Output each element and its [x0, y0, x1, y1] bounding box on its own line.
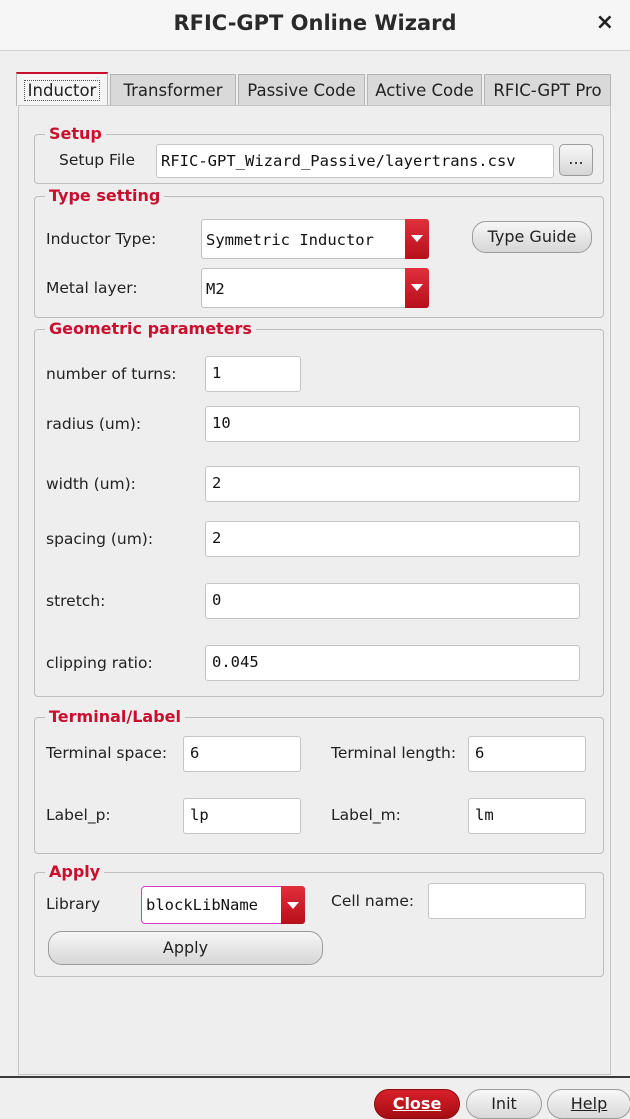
- library-select[interactable]: blockLibName: [141, 886, 305, 924]
- tab-label: Inductor: [23, 80, 101, 101]
- library-value: blockLibName: [146, 896, 258, 914]
- close-icon[interactable]: ×: [596, 10, 614, 35]
- terminal-length-input[interactable]: 6: [468, 736, 586, 772]
- terminal-space-input[interactable]: 6: [183, 736, 301, 772]
- clipping-input[interactable]: 0.045: [205, 645, 580, 681]
- terminal-group: Terminal/Label Terminal space: 6 Termina…: [34, 706, 604, 854]
- geometric-title: Geometric parameters: [45, 318, 256, 340]
- label-m-input[interactable]: lm: [468, 798, 586, 834]
- library-label: Library: [46, 895, 101, 913]
- window-title: RFIC-GPT Online Wizard: [173, 11, 457, 35]
- cell-name-label: Cell name:: [331, 892, 415, 910]
- apply-title: Apply: [45, 861, 105, 883]
- title-bar: RFIC-GPT Online Wizard ×: [0, 0, 630, 51]
- chevron-down-icon[interactable]: [281, 886, 305, 924]
- turns-input[interactable]: 1: [205, 356, 301, 392]
- stretch-input[interactable]: 0: [205, 583, 580, 619]
- terminal-space-label: Terminal space:: [46, 744, 168, 762]
- tab-transformer[interactable]: Transformer: [110, 74, 236, 105]
- metal-layer-label: Metal layer:: [46, 279, 138, 297]
- setup-file-label: Setup File: [59, 151, 135, 169]
- clipping-label: clipping ratio:: [46, 654, 153, 672]
- radius-input[interactable]: 10: [205, 406, 580, 442]
- turns-label: number of turns:: [46, 365, 177, 383]
- type-setting-title: Type setting: [45, 185, 165, 207]
- help-button[interactable]: Help: [547, 1089, 630, 1119]
- tab-rfic-gpt-pro[interactable]: RFIC-GPT Pro: [484, 74, 611, 105]
- setup-title: Setup: [45, 123, 106, 145]
- inductor-type-label: Inductor Type:: [46, 230, 157, 248]
- apply-button[interactable]: Apply: [48, 931, 323, 965]
- help-button-label: Help: [570, 1094, 608, 1113]
- tab-inductor[interactable]: Inductor: [16, 72, 108, 106]
- stretch-label: stretch:: [46, 592, 106, 610]
- metal-layer-select[interactable]: M2: [201, 268, 429, 308]
- metal-layer-value: M2: [206, 280, 225, 298]
- spacing-input[interactable]: 2: [205, 521, 580, 557]
- init-button[interactable]: Init: [466, 1089, 542, 1119]
- close-button[interactable]: Close: [374, 1089, 460, 1119]
- close-button-label: Close: [392, 1094, 442, 1113]
- terminal-length-label: Terminal length:: [331, 744, 457, 762]
- label-p-label: Label_p:: [46, 806, 111, 824]
- bottom-bar: Close Init Help: [0, 1076, 630, 1119]
- inductor-type-select[interactable]: Symmetric Inductor: [201, 219, 429, 259]
- cell-name-input[interactable]: [428, 883, 586, 919]
- width-label: width (um):: [46, 475, 136, 493]
- type-setting-group: Type setting Inductor Type: Symmetric In…: [34, 185, 604, 318]
- tab-active-code[interactable]: Active Code: [367, 74, 482, 105]
- browse-button[interactable]: ...: [559, 144, 593, 176]
- spacing-label: spacing (um):: [46, 530, 154, 548]
- label-p-input[interactable]: lp: [183, 798, 301, 834]
- width-input[interactable]: 2: [205, 466, 580, 502]
- setup-group: Setup Setup File RFIC-GPT_Wizard_Passive…: [34, 123, 604, 184]
- terminal-title: Terminal/Label: [45, 706, 185, 728]
- chevron-down-icon[interactable]: [405, 219, 429, 259]
- inductor-panel: Setup Setup File RFIC-GPT_Wizard_Passive…: [18, 105, 611, 1075]
- tab-passive-code[interactable]: Passive Code: [238, 74, 365, 105]
- label-m-label: Label_m:: [331, 806, 401, 824]
- apply-group: Apply Library blockLibName Cell name: Ap…: [34, 861, 604, 977]
- geometric-group: Geometric parameters number of turns: 1 …: [34, 318, 604, 697]
- inductor-type-value: Symmetric Inductor: [206, 231, 374, 249]
- chevron-down-icon[interactable]: [405, 268, 429, 308]
- type-guide-button[interactable]: Type Guide: [472, 221, 592, 253]
- radius-label: radius (um):: [46, 415, 142, 433]
- setup-file-input[interactable]: RFIC-GPT_Wizard_Passive/layertrans.csv: [156, 144, 554, 178]
